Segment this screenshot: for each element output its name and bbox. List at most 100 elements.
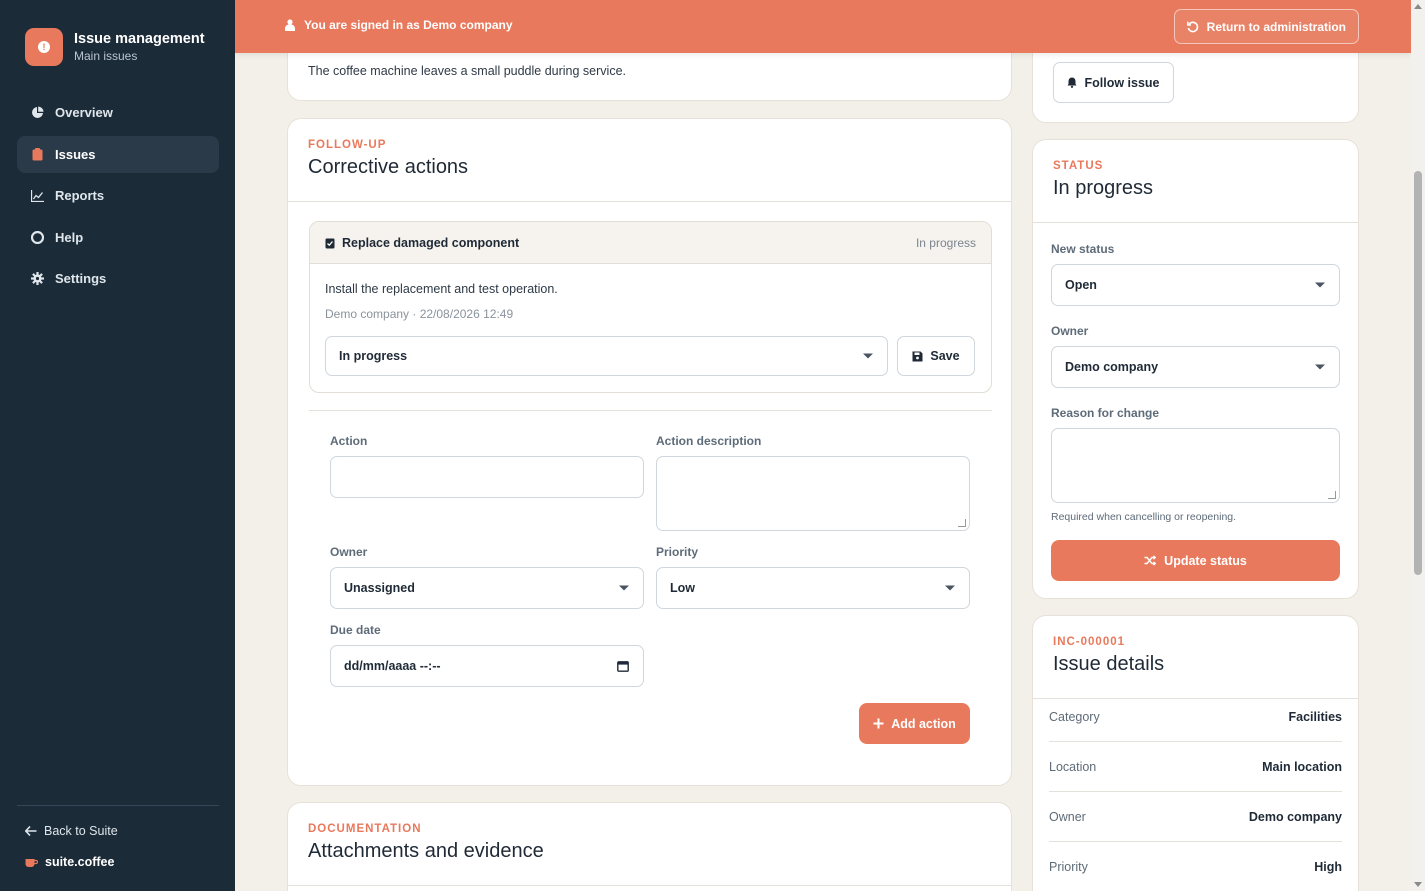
sidebar-item-label: Settings (55, 271, 107, 286)
save-button[interactable]: Save (897, 336, 975, 376)
follow-issue-button[interactable]: Follow issue (1053, 62, 1174, 103)
corrective-actions-card: FOLLOW-UP Corrective actions Replace dam… (287, 118, 1012, 786)
save-label: Save (930, 349, 960, 363)
divider (1033, 222, 1358, 223)
brand-title: Issue management (74, 31, 205, 47)
scroll-up-icon[interactable] (1414, 4, 1422, 9)
back-label: Back to Suite (44, 824, 118, 838)
action-item-title: Replace damaged component (342, 235, 520, 250)
calendar-icon[interactable] (617, 660, 629, 672)
owner-select[interactable]: Unassigned (330, 567, 644, 609)
follow-label: Follow issue (1084, 75, 1160, 90)
detail-row-location: Location Main location (1049, 742, 1342, 792)
sidebar-item-label: Help (55, 229, 84, 245)
action-item-description: Install the replacement and test operati… (325, 282, 558, 296)
action-item-meta: Demo company · 22/08/2026 12:49 (325, 307, 514, 321)
resize-handle[interactable] (958, 519, 966, 527)
return-label: Return to administration (1206, 19, 1346, 34)
action-label: Action (330, 434, 368, 448)
priority-select[interactable]: Low (656, 567, 970, 609)
add-action-button[interactable]: Add action (859, 703, 970, 744)
due-date-input[interactable]: dd/mm/aaaa --:-- (330, 645, 644, 687)
plus-icon (873, 718, 884, 729)
back-to-suite-link[interactable]: Back to Suite (25, 824, 118, 838)
detail-value: Main location (1262, 759, 1342, 774)
chevron-down-icon (863, 353, 873, 359)
scroll-thumb[interactable] (1414, 171, 1422, 575)
reason-hint: Required when cancelling or reopening. (1051, 511, 1237, 523)
return-to-administration-button[interactable]: Return to administration (1173, 9, 1359, 44)
undo-icon (1186, 21, 1199, 33)
arrow-left-icon (25, 826, 37, 836)
save-icon (912, 351, 923, 362)
signed-in-notice: You are signed in as Demo company (285, 18, 513, 32)
select-value: Open (1065, 278, 1097, 292)
action-input[interactable] (330, 456, 644, 498)
update-status-button[interactable]: Update status (1051, 540, 1340, 581)
input-value: dd/mm/aaaa --:-- (344, 659, 441, 673)
impersonation-banner: You are signed in as Demo company Return… (235, 0, 1411, 53)
alert-icon: ! (25, 28, 63, 66)
check-clipboard-icon (325, 237, 335, 249)
scroll-down-icon[interactable] (1414, 882, 1422, 887)
bell-icon (1067, 77, 1077, 88)
sidebar-item-label: Overview (55, 105, 113, 120)
divider (309, 410, 992, 411)
detail-row-priority: Priority High (1049, 842, 1342, 891)
coffee-icon (25, 857, 38, 868)
chevron-down-icon (1315, 282, 1325, 288)
section-label: DOCUMENTATION (308, 823, 422, 835)
sidebar: ! Issue management Main issues Overview … (0, 0, 235, 891)
detail-key: Owner (1049, 809, 1086, 824)
sidebar-divider (17, 805, 219, 806)
chevron-down-icon (619, 585, 629, 591)
brand[interactable]: ! Issue management Main issues (25, 28, 205, 66)
page-scrollbar[interactable] (1411, 0, 1425, 891)
user-icon (285, 19, 295, 31)
new-status-select[interactable]: Open (1051, 264, 1340, 306)
update-status-label: Update status (1164, 553, 1247, 568)
detail-key: Category (1049, 709, 1100, 724)
suite-logo[interactable]: suite.coffee (25, 855, 114, 869)
action-status-select[interactable]: In progress (325, 336, 888, 376)
sidebar-item-issues[interactable]: Issues (17, 135, 219, 173)
sidebar-item-settings[interactable]: Settings (17, 260, 219, 297)
sidebar-item-reports[interactable]: Reports (17, 177, 219, 214)
suite-label: suite.coffee (45, 855, 115, 869)
section-title: Issue details (1053, 653, 1165, 675)
new-status-label: New status (1051, 242, 1115, 256)
owner-select[interactable]: Demo company (1051, 346, 1340, 388)
chevron-down-icon (1315, 364, 1325, 370)
lifebuoy-icon (31, 230, 44, 244)
issue-description: The coffee machine leaves a small puddle… (308, 64, 626, 78)
select-value: Low (670, 581, 695, 595)
section-label: FOLLOW-UP (308, 139, 387, 151)
pie-chart-icon (31, 106, 44, 119)
clipboard-icon (31, 147, 44, 161)
action-description-textarea[interactable] (656, 456, 970, 531)
action-item: Replace damaged component In progress In… (309, 221, 992, 393)
section-title: Attachments and evidence (308, 840, 544, 862)
detail-key: Location (1049, 759, 1097, 774)
brand-subtitle: Main issues (74, 49, 138, 63)
detail-row-category: Category Facilities (1049, 692, 1342, 742)
documentation-card: DOCUMENTATION Attachments and evidence (287, 802, 1012, 891)
detail-value: Demo company (1248, 809, 1342, 824)
chevron-down-icon (945, 585, 955, 591)
detail-value: High (1314, 859, 1342, 874)
shuffle-icon (1144, 555, 1157, 566)
reason-textarea[interactable] (1051, 428, 1340, 503)
due-date-label: Due date (330, 623, 381, 637)
sidebar-item-help[interactable]: Help (17, 219, 219, 256)
owner-label: Owner (1051, 324, 1089, 338)
divider (288, 885, 1011, 886)
section-label: STATUS (1053, 160, 1104, 172)
detail-row-owner: Owner Demo company (1049, 792, 1342, 842)
status-card: STATUS In progress New status Open Owner… (1032, 139, 1359, 599)
sidebar-item-overview[interactable]: Overview (17, 94, 219, 131)
sidebar-item-label: Issues (55, 146, 96, 162)
owner-label: Owner (330, 545, 368, 559)
detail-key: Priority (1049, 859, 1088, 874)
select-value: Demo company (1065, 360, 1159, 374)
resize-handle[interactable] (1328, 491, 1336, 499)
